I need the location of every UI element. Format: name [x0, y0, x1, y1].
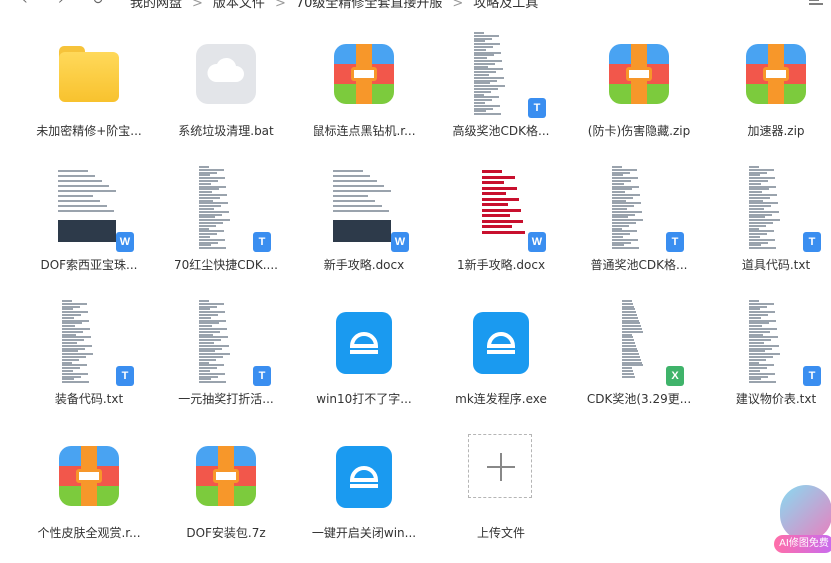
executable-icon: [319, 298, 409, 388]
breadcrumb-item[interactable]: 版本文件: [213, 0, 265, 10]
file-name-label: 新手攻略.docx: [323, 258, 405, 272]
breadcrumb-item[interactable]: 攻略及工具: [473, 0, 538, 10]
file-item[interactable]: 个性皮肤全观赏.r...: [20, 432, 158, 560]
executable-icon: [319, 432, 409, 522]
file-name-label: 70红尘快捷CDK....: [173, 258, 279, 272]
docx-badge-icon: W: [391, 232, 409, 252]
txt-badge-icon: T: [253, 232, 271, 252]
breadcrumb-item[interactable]: 70级全精修全套直接开服: [296, 0, 443, 10]
file-item[interactable]: T 装备代码.txt: [20, 298, 158, 426]
file-item[interactable]: T 70红尘快捷CDK....: [157, 164, 295, 292]
document-preview-icon: X: [594, 298, 684, 388]
file-item[interactable]: mk连发程序.exe: [432, 298, 570, 426]
breadcrumb: 我的网盘 > 版本文件 >70级全精修全套直接开服 > 攻略及工具: [130, 0, 538, 10]
file-item[interactable]: T 普通奖池CDK格...: [570, 164, 708, 292]
file-name-label: 未加密精修+阶宝...: [36, 124, 142, 138]
file-name-label: 普通奖池CDK格...: [590, 258, 688, 272]
file-name-label: win10打不了字...: [316, 392, 412, 406]
file-name-label: 道具代码.txt: [741, 258, 811, 272]
file-name-label: CDK奖池(3.29更...: [586, 392, 692, 406]
txt-badge-icon: T: [666, 232, 684, 252]
txt-badge-icon: T: [253, 366, 271, 386]
file-item[interactable]: X CDK奖池(3.29更...: [570, 298, 708, 426]
file-name-label: mk连发程序.exe: [455, 392, 547, 406]
docx-badge-icon: W: [116, 232, 134, 252]
file-name-label: 系统垃圾清理.bat: [178, 124, 274, 138]
document-preview-icon: T: [456, 30, 546, 120]
txt-badge-icon: T: [116, 366, 134, 386]
file-item[interactable]: T 建议物价表.txt: [707, 298, 831, 426]
file-name-label: 1新手攻略.docx: [456, 258, 546, 272]
file-name-label: DOF安装包.7z: [186, 526, 266, 540]
file-name-label: 装备代码.txt: [54, 392, 124, 406]
file-item[interactable]: 未加密精修+阶宝...: [20, 30, 158, 158]
file-name-label: 建议物价表.txt: [735, 392, 817, 406]
document-preview-icon: T: [181, 164, 271, 254]
file-item[interactable]: 加速器.zip: [707, 30, 831, 158]
executable-icon: [456, 298, 546, 388]
docx-badge-icon: W: [528, 232, 546, 252]
archive-icon: [44, 432, 134, 522]
file-name-label: (防卡)伤害隐藏.zip: [587, 124, 691, 138]
document-preview-icon: W: [456, 164, 546, 254]
upload-file-button[interactable]: 上传文件: [432, 432, 570, 560]
file-item[interactable]: W 新手攻略.docx: [295, 164, 433, 292]
file-name-label: 鼠标连点黑钻机.r...: [312, 124, 416, 138]
document-preview-icon: W: [44, 164, 134, 254]
file-name-label: 一键开启关闭win...: [311, 526, 417, 540]
file-name-label: 个性皮肤全观赏.r...: [37, 526, 141, 540]
folder-icon: [44, 30, 134, 120]
document-preview-icon: T: [594, 164, 684, 254]
archive-icon: [319, 30, 409, 120]
ai-assistant-widget[interactable]: AI修图免费: [774, 485, 831, 563]
txt-badge-icon: T: [528, 98, 546, 118]
file-item[interactable]: (防卡)伤害隐藏.zip: [570, 30, 708, 158]
file-name-label: 加速器.zip: [747, 124, 805, 138]
document-preview-icon: T: [44, 298, 134, 388]
sort-icon[interactable]: [809, 0, 823, 6]
ai-mascot-icon: [780, 485, 831, 541]
forward-arrow-icon[interactable]: ›: [58, 0, 64, 8]
file-item[interactable]: win10打不了字...: [295, 298, 433, 426]
file-item[interactable]: 系统垃圾清理.bat: [157, 30, 295, 158]
file-item[interactable]: 鼠标连点黑钻机.r...: [295, 30, 433, 158]
file-name-label: 一元抽奖打折活...: [178, 392, 274, 406]
file-item[interactable]: T 道具代码.txt: [707, 164, 831, 292]
cloud-file-icon: [181, 30, 271, 120]
archive-icon: [731, 30, 821, 120]
file-item[interactable]: 一键开启关闭win...: [295, 432, 433, 560]
txt-badge-icon: T: [803, 232, 821, 252]
archive-icon: [594, 30, 684, 120]
document-preview-icon: T: [731, 164, 821, 254]
plus-icon: [456, 432, 546, 522]
file-item[interactable]: T 一元抽奖打折活...: [157, 298, 295, 426]
file-name-label: 高级奖池CDK格...: [452, 124, 550, 138]
file-item[interactable]: T 高级奖池CDK格...: [432, 30, 570, 158]
file-name-label: DOF索西亚宝珠...: [40, 258, 138, 272]
document-preview-icon: W: [319, 164, 409, 254]
top-bar: ‹ › ↻ 我的网盘 > 版本文件 >70级全精修全套直接开服 > 攻略及工具: [0, 0, 831, 10]
file-name-label: 上传文件: [476, 526, 525, 540]
document-preview-icon: T: [731, 298, 821, 388]
ai-widget-label: AI修图免费: [774, 535, 831, 553]
refresh-icon[interactable]: ↻: [92, 0, 104, 8]
back-arrow-icon[interactable]: ‹: [22, 0, 28, 8]
file-item[interactable]: DOF安装包.7z: [157, 432, 295, 560]
file-item[interactable]: W DOF索西亚宝珠...: [20, 164, 158, 292]
xls-badge-icon: X: [666, 366, 684, 386]
breadcrumb-item[interactable]: 我的网盘: [130, 0, 182, 10]
file-item[interactable]: W 1新手攻略.docx: [432, 164, 570, 292]
txt-badge-icon: T: [803, 366, 821, 386]
document-preview-icon: T: [181, 298, 271, 388]
archive-icon: [181, 432, 271, 522]
